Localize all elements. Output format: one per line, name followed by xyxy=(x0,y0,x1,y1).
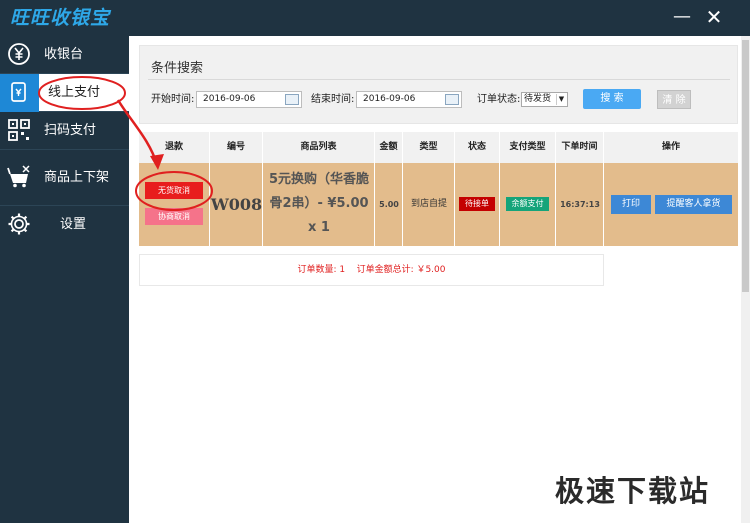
order-type: 到店自提 xyxy=(410,199,447,209)
start-date-value: 2016-09-06 xyxy=(203,94,256,104)
goods-shelf-icon xyxy=(7,164,31,188)
remind-customer-button[interactable]: 提醒客人拿货 xyxy=(655,195,732,214)
order-status-select[interactable]: 待发货 ▼ xyxy=(521,92,568,107)
end-date-input[interactable]: 2016-09-06 xyxy=(356,91,462,108)
qrcode-icon xyxy=(7,118,31,142)
end-date-value: 2016-09-06 xyxy=(363,94,416,104)
end-time-label: 结束时间: xyxy=(311,94,355,105)
app-logo: 旺旺收银宝 xyxy=(10,7,111,29)
sidebar-item-scan-payment[interactable]: 扫码支付 xyxy=(0,112,129,150)
order-summary: 订单数量: 1 订单金额总计: ￥5.00 xyxy=(139,254,604,286)
title-bar: 旺旺收银宝 — ✕ xyxy=(0,0,750,36)
minimize-button[interactable]: — xyxy=(671,6,693,28)
sidebar-item-label: 商品上下架 xyxy=(44,170,110,185)
sidebar-item-label: 扫码支付 xyxy=(44,123,97,138)
column-header-amount: 金额 xyxy=(375,132,403,163)
mobile-payment-icon xyxy=(7,80,31,104)
order-status-label: 订单状态: xyxy=(477,94,521,105)
sidebar-item-cashier[interactable]: 收银台 xyxy=(0,36,129,74)
start-time-label: 开始时间: xyxy=(151,94,195,105)
column-header-time: 下单时间 xyxy=(556,132,604,163)
sidebar-item-settings[interactable]: 设置 xyxy=(0,206,129,244)
column-header-refund: 退款 xyxy=(139,132,210,163)
watermark-text: 极速下载站 xyxy=(555,474,711,508)
order-count: 订单数量: 1 xyxy=(297,265,346,275)
order-amount: 5.00 xyxy=(379,200,399,209)
cell-refund xyxy=(139,163,210,246)
sidebar-item-goods-shelf[interactable]: 商品上下架 xyxy=(0,150,129,206)
sidebar-item-label: 收银台 xyxy=(44,47,84,62)
column-header-code: 编号 xyxy=(210,132,263,163)
search-panel xyxy=(139,45,738,124)
column-header-actions: 操作 xyxy=(661,142,680,152)
chevron-down-icon: ▼ xyxy=(556,94,566,105)
order-status-value: 待发货 xyxy=(524,94,552,104)
close-button[interactable]: ✕ xyxy=(703,6,725,28)
calendar-icon[interactable] xyxy=(285,94,299,105)
out-of-stock-cancel-button[interactable]: 无货取消 xyxy=(145,182,203,199)
search-button[interactable]: 搜 索 xyxy=(583,89,641,109)
negotiate-cancel-button[interactable]: 协商取消 xyxy=(145,208,203,225)
divider xyxy=(148,79,730,80)
order-total: 订单金额总计: ￥5.00 xyxy=(356,265,446,275)
order-time: 16:37:13 xyxy=(560,200,600,209)
calendar-icon[interactable] xyxy=(445,94,459,105)
order-code: W008 xyxy=(210,195,263,214)
column-header-goods: 商品列表 xyxy=(263,132,375,163)
sidebar: 收银台 线上支付 扫码支付 商品上下架 设置 xyxy=(0,36,129,523)
sidebar-item-online-payment[interactable]: 线上支付 xyxy=(0,74,129,112)
search-panel-title: 条件搜索 xyxy=(151,61,204,76)
status-badge: 待接单 xyxy=(459,197,495,211)
sidebar-item-label: 设置 xyxy=(60,217,87,232)
start-date-input[interactable]: 2016-09-06 xyxy=(196,91,302,108)
table-header: 退款 编号 商品列表 金额 类型 状态 支付类型 下单时间 操作 xyxy=(139,132,738,163)
clear-button[interactable]: 清 除 xyxy=(657,90,691,109)
sidebar-item-label: 线上支付 xyxy=(48,85,101,100)
yen-icon xyxy=(7,42,31,66)
goods-list: 5元换购（华香脆骨2串）- ¥5.00 x 1 xyxy=(268,172,370,235)
print-button[interactable]: 打印 xyxy=(611,195,651,214)
scrollbar-thumb[interactable] xyxy=(742,40,749,292)
gear-icon xyxy=(7,212,31,236)
column-header-type: 类型 xyxy=(403,132,455,163)
column-header-status: 状态 xyxy=(455,132,500,163)
column-header-pay-type: 支付类型 xyxy=(500,132,556,163)
pay-type-badge: 余额支付 xyxy=(506,197,549,211)
